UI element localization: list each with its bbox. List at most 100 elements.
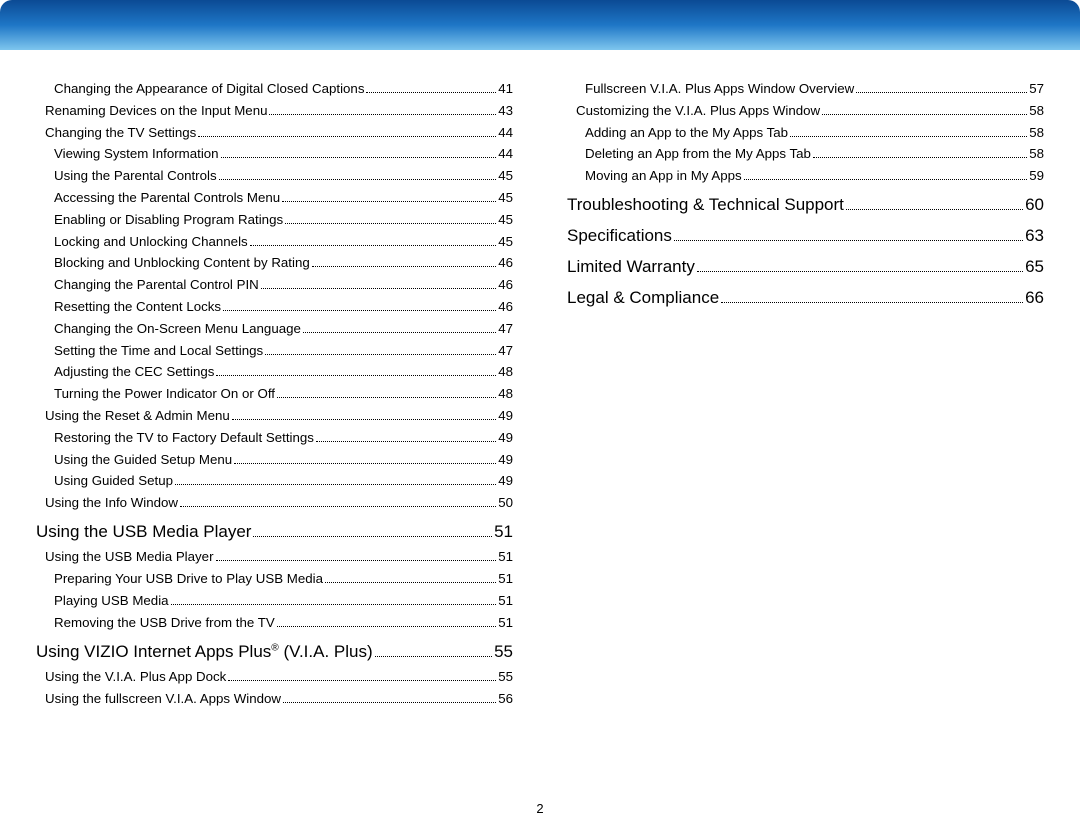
toc-entry[interactable]: Adding an App to the My Apps Tab58 (567, 126, 1044, 139)
toc-leader-dots (261, 280, 496, 289)
toc-leader-dots (221, 149, 497, 158)
toc-entry[interactable]: Moving an App in My Apps59 (567, 169, 1044, 182)
toc-entry-page: 51 (498, 550, 513, 563)
toc-entry-label: Blocking and Unblocking Content by Ratin… (54, 256, 310, 269)
toc-entry[interactable]: Changing the Appearance of Digital Close… (36, 82, 513, 95)
toc-entry-label: Adding an App to the My Apps Tab (585, 126, 788, 139)
toc-entry[interactable]: Turning the Power Indicator On or Off48 (36, 387, 513, 400)
toc-entry-label: Deleting an App from the My Apps Tab (585, 147, 811, 160)
toc-leader-dots (216, 367, 496, 376)
toc-entry-page: 66 (1025, 289, 1044, 306)
toc-entry-page: 44 (498, 147, 513, 160)
toc-entry[interactable]: Setting the Time and Local Settings 47 (36, 344, 513, 357)
toc-leader-dots (180, 498, 496, 507)
toc-leader-dots (283, 694, 496, 703)
toc-entry-page: 47 (498, 344, 513, 357)
toc-leader-dots (171, 596, 497, 605)
toc-content: Changing the Appearance of Digital Close… (0, 50, 1080, 714)
toc-entry-page: 46 (498, 256, 513, 269)
toc-entry-label: Setting the Time and Local Settings (54, 344, 263, 357)
toc-entry[interactable]: Blocking and Unblocking Content by Ratin… (36, 256, 513, 269)
toc-entry[interactable]: Fullscreen V.I.A. Plus Apps Window Overv… (567, 82, 1044, 95)
toc-entry-page: 56 (498, 692, 513, 705)
toc-entry-label: Turning the Power Indicator On or Off (54, 387, 275, 400)
toc-entry-page: 51 (498, 594, 513, 607)
toc-entry[interactable]: Renaming Devices on the Input Menu43 (36, 104, 513, 117)
toc-entry[interactable]: Changing the On-Screen Menu Language47 (36, 322, 513, 335)
toc-leader-dots (312, 258, 496, 267)
toc-leader-dots (265, 345, 496, 354)
toc-entry-page: 45 (498, 235, 513, 248)
toc-entry[interactable]: Restoring the TV to Factory Default Sett… (36, 431, 513, 444)
toc-leader-dots (282, 193, 496, 202)
toc-leader-dots (253, 526, 492, 538)
toc-entry-page: 51 (498, 616, 513, 629)
toc-leader-dots (790, 127, 1027, 136)
toc-entry[interactable]: Using the USB Media Player51 (36, 550, 513, 563)
toc-entry[interactable]: Using the Reset & Admin Menu49 (36, 409, 513, 422)
toc-entry-page: 51 (494, 523, 513, 540)
toc-entry-label: Adjusting the CEC Settings (54, 365, 214, 378)
toc-entry-page: 46 (498, 278, 513, 291)
toc-entry[interactable]: Limited Warranty65 (567, 258, 1044, 275)
toc-entry[interactable]: Accessing the Parental Controls Menu45 (36, 191, 513, 204)
toc-leader-dots (228, 672, 496, 681)
toc-entry[interactable]: Preparing Your USB Drive to Play USB Med… (36, 572, 513, 585)
toc-entry-page: 41 (498, 82, 513, 95)
toc-entry[interactable]: Deleting an App from the My Apps Tab58 (567, 147, 1044, 160)
toc-entry-label: Viewing System Information (54, 147, 219, 160)
toc-leader-dots (846, 199, 1023, 211)
header-banner (0, 0, 1080, 50)
toc-entry-label: Locking and Unlocking Channels (54, 235, 248, 248)
toc-entry[interactable]: Resetting the Content Locks 46 (36, 300, 513, 313)
toc-entry[interactable]: Locking and Unlocking Channels 45 (36, 235, 513, 248)
toc-entry[interactable]: Troubleshooting & Technical Support 60 (567, 196, 1044, 213)
toc-entry[interactable]: Viewing System Information 44 (36, 147, 513, 160)
toc-entry-page: 45 (498, 213, 513, 226)
toc-entry-label: Restoring the TV to Factory Default Sett… (54, 431, 314, 444)
toc-entry[interactable]: Using the fullscreen V.I.A. Apps Window 5… (36, 692, 513, 705)
toc-entry[interactable]: Using Guided Setup49 (36, 474, 513, 487)
toc-entry-label: Changing the Parental Control PIN (54, 278, 259, 291)
toc-leader-dots (375, 645, 492, 657)
toc-entry[interactable]: Using the Info Window50 (36, 496, 513, 509)
toc-entry-page: 59 (1029, 169, 1044, 182)
toc-entry[interactable]: Playing USB Media 51 (36, 594, 513, 607)
toc-entry-label: Using the fullscreen V.I.A. Apps Window (45, 692, 281, 705)
toc-entry[interactable]: Specifications63 (567, 227, 1044, 244)
toc-entry-label: Removing the USB Drive from the TV (54, 616, 275, 629)
toc-entry[interactable]: Adjusting the CEC Settings 48 (36, 365, 513, 378)
toc-leader-dots (813, 149, 1027, 158)
toc-entry-label: Using the Reset & Admin Menu (45, 409, 230, 422)
toc-leader-dots (232, 411, 496, 420)
toc-leader-dots (277, 618, 496, 627)
toc-entry-label: Troubleshooting & Technical Support (567, 196, 844, 213)
toc-entry[interactable]: Using VIZIO Internet Apps Plus® (V.I.A. … (36, 643, 513, 660)
toc-entry[interactable]: Legal & Compliance66 (567, 289, 1044, 306)
toc-leader-dots (175, 476, 496, 485)
toc-entry[interactable]: Changing the TV Settings44 (36, 126, 513, 139)
toc-entry[interactable]: Using the V.I.A. Plus App Dock55 (36, 670, 513, 683)
toc-entry[interactable]: Changing the Parental Control PIN 46 (36, 278, 513, 291)
toc-entry[interactable]: Enabling or Disabling Program Ratings45 (36, 213, 513, 226)
toc-entry[interactable]: Using the USB Media Player 51 (36, 523, 513, 540)
toc-entry-label: Resetting the Content Locks (54, 300, 221, 313)
toc-entry-label: Using the USB Media Player (36, 523, 251, 540)
toc-leader-dots (198, 127, 496, 136)
toc-entry-page: 46 (498, 300, 513, 313)
toc-entry[interactable]: Customizing the V.I.A. Plus Apps Window5… (567, 104, 1044, 117)
toc-entry-page: 48 (498, 365, 513, 378)
toc-entry-label: Playing USB Media (54, 594, 169, 607)
toc-entry[interactable]: Using the Guided Setup Menu49 (36, 453, 513, 466)
toc-entry-page: 60 (1025, 196, 1044, 213)
toc-entry[interactable]: Using the Parental Controls45 (36, 169, 513, 182)
toc-leader-dots (744, 171, 1028, 180)
toc-leader-dots (285, 214, 496, 223)
toc-entry-page: 57 (1029, 82, 1044, 95)
toc-entry[interactable]: Removing the USB Drive from the TV 51 (36, 616, 513, 629)
toc-leader-dots (721, 292, 1023, 304)
toc-entry-page: 51 (498, 572, 513, 585)
toc-entry-label: Fullscreen V.I.A. Plus Apps Window Overv… (585, 82, 854, 95)
toc-entry-label: Using VIZIO Internet Apps Plus® (V.I.A. … (36, 643, 373, 660)
toc-entry-label: Customizing the V.I.A. Plus Apps Window (576, 104, 820, 117)
